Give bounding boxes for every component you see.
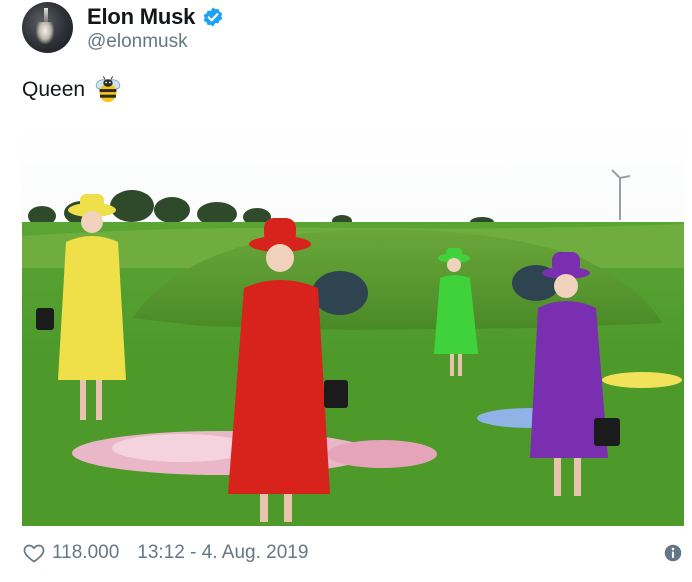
tweet-photo[interactable]: [22, 118, 684, 526]
tweet-text-row: Queen: [22, 74, 123, 106]
avatar[interactable]: [22, 2, 73, 53]
author-display-name[interactable]: Elon Musk: [87, 4, 195, 30]
bee-emoji: [95, 76, 121, 103]
flower-bed-yellow: [602, 372, 682, 388]
tweet-timestamp[interactable]: 13:12 - 4. Aug. 2019: [137, 542, 308, 564]
mound-window-left: [312, 271, 368, 315]
avatar-glow: [36, 22, 54, 44]
author-handle[interactable]: @elonmusk: [87, 31, 188, 53]
like-count: 118.000: [52, 542, 120, 563]
verified-badge-icon: [204, 7, 223, 27]
tweet-text: Queen: [22, 78, 86, 101]
like-button[interactable]: 118.000: [22, 541, 119, 565]
tweet-footer: 118.000 13:12 - 4. Aug. 2019: [22, 538, 682, 568]
photo-scene: [22, 118, 684, 526]
info-icon[interactable]: [664, 544, 682, 562]
heart-icon: [23, 544, 45, 563]
author-row: Elon Musk: [87, 4, 224, 30]
tweet-header: Elon Musk @elonmusk: [22, 2, 672, 54]
